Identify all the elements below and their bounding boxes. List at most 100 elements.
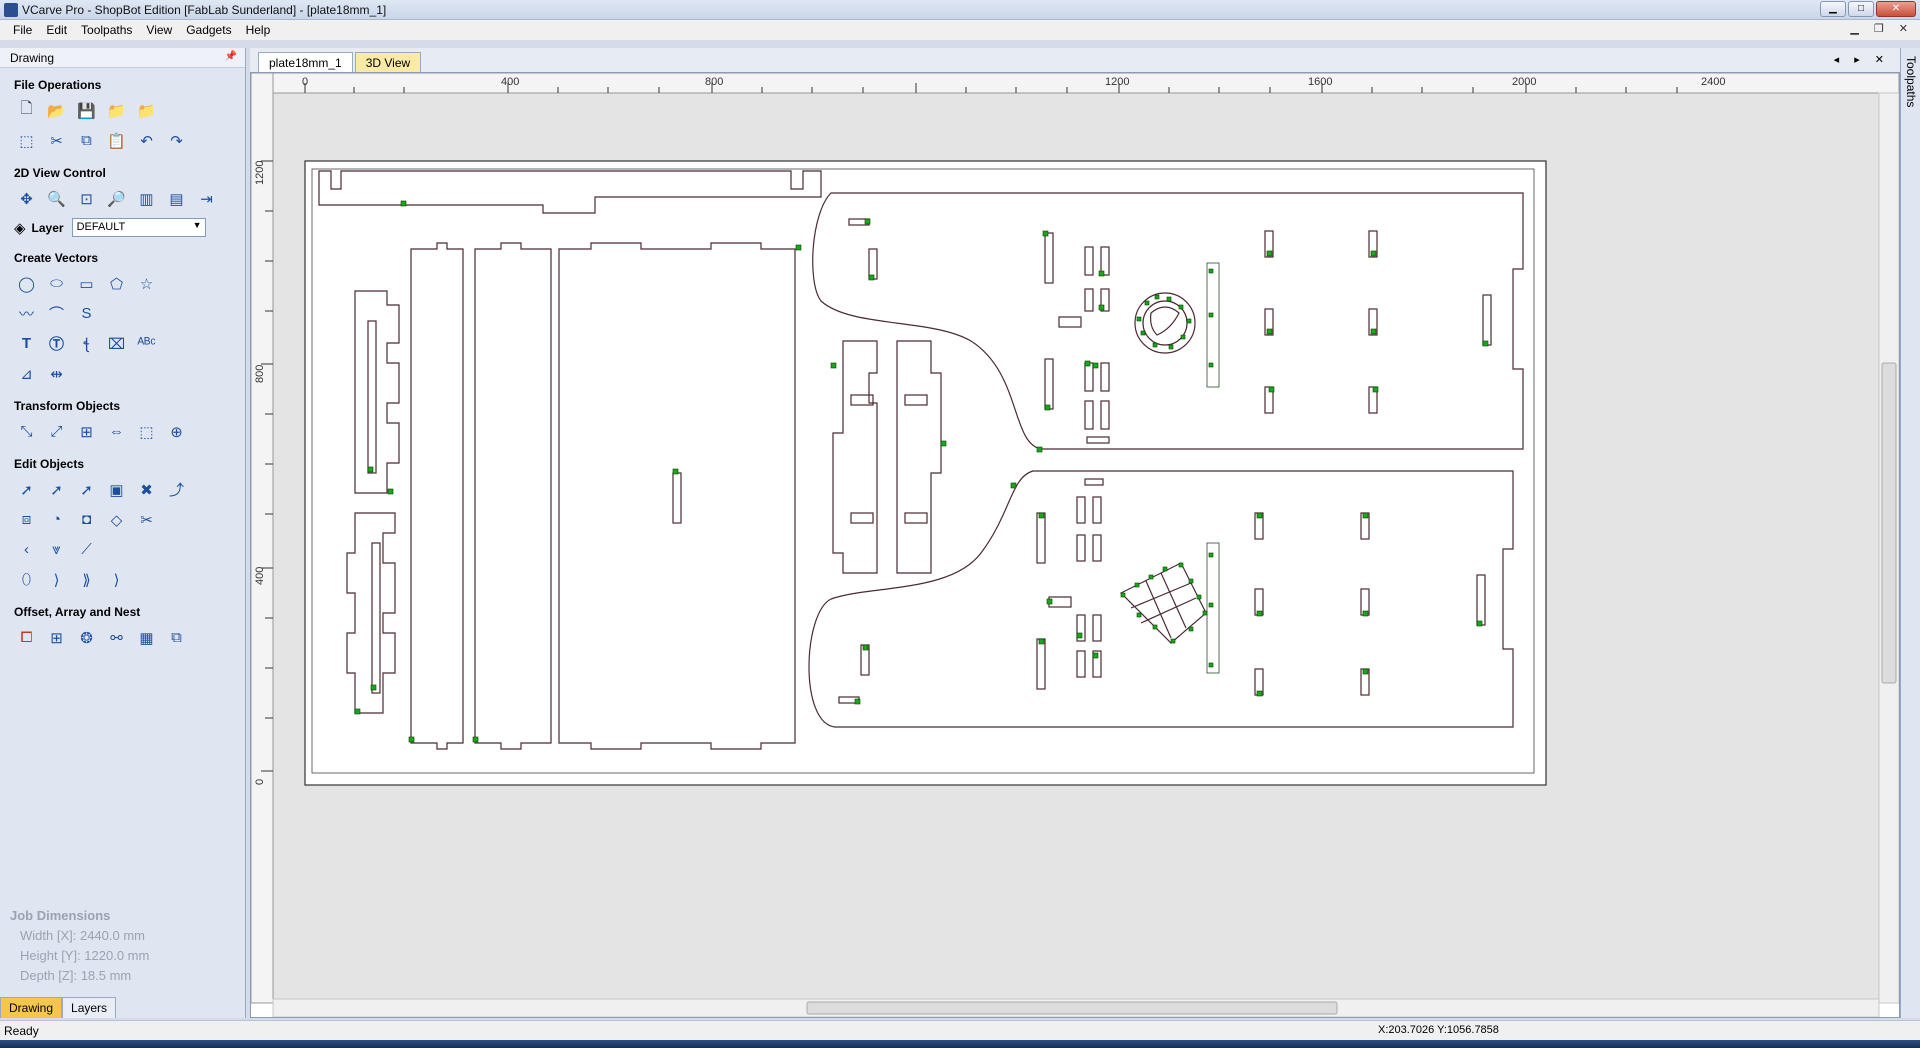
layer-dropdown[interactable]: DEFAULT ▼ — [71, 218, 206, 237]
text-fit-icon[interactable]: ⌧ — [104, 331, 129, 356]
tab-3d-view[interactable]: 3D View — [354, 52, 422, 73]
mdi-window-controls[interactable]: ▁ ❐ ✕ — [1850, 22, 1914, 35]
text-box-icon[interactable]: Ⓣ — [44, 331, 69, 356]
arc-icon[interactable]: ⌒ — [44, 301, 69, 326]
horizontal-scroll-thumb[interactable] — [806, 1001, 1338, 1015]
ruler-x-label: 2400 — [1701, 76, 1725, 88]
import-icon[interactable]: 📁 — [104, 98, 129, 123]
group-icon[interactable]: ▣ — [104, 477, 129, 502]
join-icon[interactable]: ⤴ — [164, 477, 189, 502]
dimension-icon[interactable]: ⊿ — [14, 361, 39, 386]
intersect-icon[interactable]: ◘ — [74, 507, 99, 532]
tab-layers[interactable]: Layers — [62, 997, 117, 1018]
section-offset-array-nest: Offset, Array and Nest — [14, 605, 141, 619]
offset-array-nest-row: ⧠ ⊞ ❂ ⚯ ▦ ⧉ — [0, 623, 245, 653]
menu-edit[interactable]: Edit — [39, 23, 74, 37]
menu-toolpaths[interactable]: Toolpaths — [74, 23, 139, 37]
open-file-icon[interactable]: 📂 — [44, 98, 69, 123]
zoom-extents-icon[interactable]: ⊡ — [74, 186, 99, 211]
extend-icon[interactable]: ⟋ — [74, 537, 99, 562]
view-split-icon[interactable]: ▥ — [134, 186, 159, 211]
pan-icon[interactable]: ✥ — [14, 186, 39, 211]
ruler-y-label: 400 — [254, 567, 266, 585]
join-open-icon[interactable]: ⟩ — [44, 567, 69, 592]
polygon-icon[interactable]: ⬠ — [104, 271, 129, 296]
close-button[interactable]: ✕ — [1876, 1, 1916, 17]
section-edit-objects: Edit Objects — [14, 457, 85, 471]
menu-help[interactable]: Help — [239, 23, 278, 37]
array-icon[interactable]: ⊞ — [44, 625, 69, 650]
tab-plate[interactable]: plate18mm_1 — [258, 52, 353, 73]
copy-along-icon[interactable]: ⚯ — [104, 625, 129, 650]
import-bitmap-icon[interactable]: 📁 — [134, 98, 159, 123]
text-icon[interactable]: T — [14, 331, 39, 356]
panel-header: Drawing 📌 — [0, 48, 245, 68]
layer-value: DEFAULT — [76, 221, 126, 233]
scale-icon[interactable]: ⤢ — [44, 419, 69, 444]
status-bar: Ready X:203.7026 Y:1056.7858 — [0, 1020, 1920, 1040]
reverse-icon[interactable]: ⟩ — [104, 567, 129, 592]
measure-icon[interactable]: ⇹ — [44, 361, 69, 386]
set-origin-icon[interactable]: ⊕ — [164, 419, 189, 444]
subtract-icon[interactable]: ◔ — [44, 507, 69, 532]
job-height: Height [Y]: 1220.0 mm — [20, 948, 150, 963]
ruler-x-label: 400 — [501, 76, 519, 88]
zoom-selected-icon[interactable]: 🔎 — [104, 186, 129, 211]
new-file-icon[interactable]: 🗋 — [14, 98, 39, 123]
circle-icon[interactable]: ◯ — [14, 271, 39, 296]
pin-icon[interactable]: 📌 — [225, 51, 237, 62]
menu-gadgets[interactable]: Gadgets — [179, 23, 238, 37]
rectangle-icon[interactable]: ▭ — [74, 271, 99, 296]
copy-icon[interactable]: ⧉ — [74, 128, 99, 153]
document-tab-controls[interactable]: ◂ ▸ ✕ — [1834, 53, 1890, 66]
trim-icon[interactable]: ✂ — [134, 507, 159, 532]
create-vectors-row-2: 〰 ⌒ S — [0, 299, 245, 329]
select-icon[interactable]: ➚ — [14, 477, 39, 502]
fillet-icon[interactable]: ◇ — [104, 507, 129, 532]
toolpaths-side-tab[interactable]: Toolpaths — [1900, 48, 1920, 1018]
canvas-svg: 0 400 800 1200 1600 2000 2400 1200 800 4… — [251, 73, 1899, 1017]
chevron-down-icon: ▼ — [192, 220, 202, 230]
curve-fit-icon[interactable]: ‹ — [14, 537, 39, 562]
node-edit-icon[interactable]: ➚ — [44, 477, 69, 502]
vertical-scroll-thumb[interactable] — [1881, 362, 1897, 684]
paste-icon[interactable]: 📋 — [104, 128, 129, 153]
job-setup-icon[interactable]: ⬚ — [14, 128, 39, 153]
align-icon[interactable]: ⊞ — [74, 419, 99, 444]
drawing-canvas[interactable]: 0 400 800 1200 1600 2000 2400 1200 800 4… — [250, 72, 1900, 1018]
smooth-icon[interactable]: ⟫ — [74, 567, 99, 592]
weld-icon[interactable]: ⧈ — [14, 507, 39, 532]
nest-icon[interactable]: ⧉ — [164, 625, 189, 650]
undo-icon[interactable]: ↶ — [134, 128, 159, 153]
layer-row: ◈ Layer DEFAULT ▼ — [0, 214, 245, 241]
ruler-x-label: 2000 — [1512, 76, 1536, 88]
zoom-icon[interactable]: 🔍 — [44, 186, 69, 211]
minimize-button[interactable]: ▁ — [1820, 1, 1846, 17]
tab-drawing[interactable]: Drawing — [0, 997, 63, 1018]
move-icon[interactable]: ⤡ — [14, 419, 39, 444]
circular-array-icon[interactable]: ❂ — [74, 625, 99, 650]
text-arc-icon[interactable]: ᴬᴮᶜ — [134, 331, 159, 356]
close-vectors-icon[interactable]: ⬯ — [14, 567, 39, 592]
dogbone-icon[interactable]: ⩔ — [44, 537, 69, 562]
distort-icon[interactable]: ⬚ — [134, 419, 159, 444]
block-copy-icon[interactable]: ▦ — [134, 625, 159, 650]
cut-icon[interactable]: ✂ — [44, 128, 69, 153]
node-select-icon[interactable]: ➚ — [74, 477, 99, 502]
mirror-icon[interactable]: ⇔ — [104, 419, 129, 444]
star-icon[interactable]: ☆ — [134, 271, 159, 296]
view-toggle-icon[interactable]: ⇥ — [194, 186, 219, 211]
ungroup-icon[interactable]: ✖ — [134, 477, 159, 502]
save-icon[interactable]: 💾 — [74, 98, 99, 123]
taskbar — [0, 1040, 1920, 1048]
menu-file[interactable]: File — [6, 23, 39, 37]
view-grid-icon[interactable]: ▤ — [164, 186, 189, 211]
menu-view[interactable]: View — [139, 23, 179, 37]
maximize-button[interactable]: □ — [1848, 1, 1874, 17]
redo-icon[interactable]: ↷ — [164, 128, 189, 153]
polyline-icon[interactable]: 〰 — [14, 301, 39, 326]
curve-icon[interactable]: S — [74, 301, 99, 326]
ellipse-icon[interactable]: ⬭ — [44, 271, 69, 296]
offset-icon[interactable]: ⧠ — [14, 625, 39, 650]
text-on-curve-icon[interactable]: ꞎ — [74, 331, 99, 356]
